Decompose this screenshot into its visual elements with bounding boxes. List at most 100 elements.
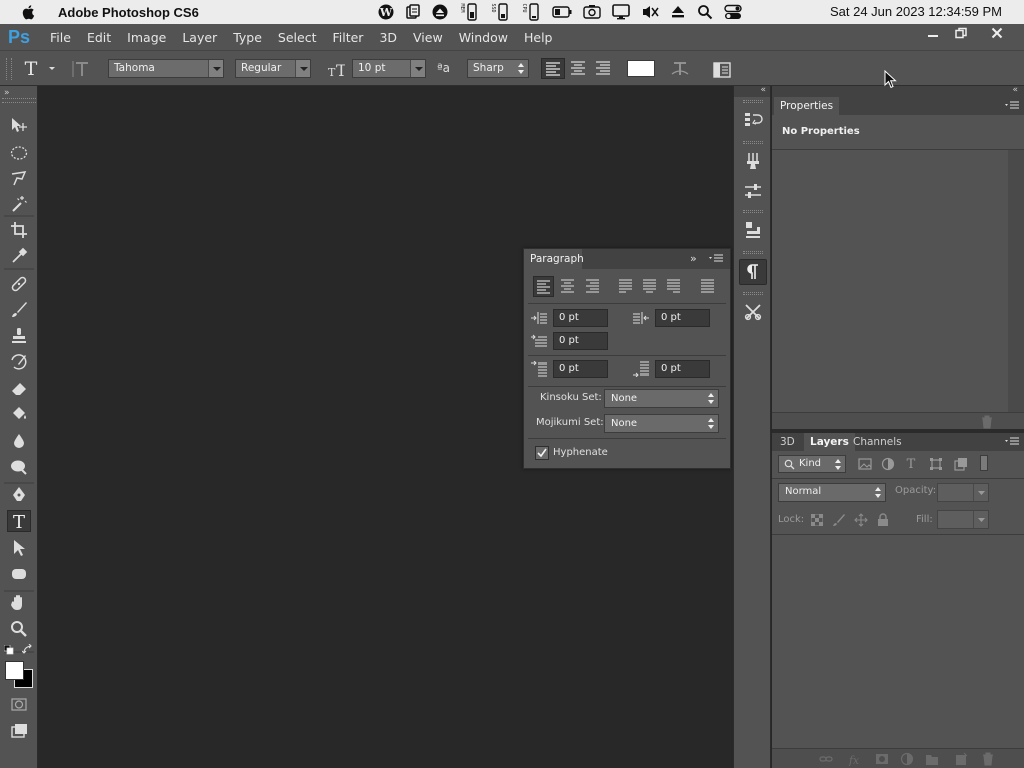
type-tool[interactable]: T — [7, 510, 31, 532]
menu-view[interactable]: View — [405, 30, 451, 45]
close-button[interactable] — [986, 25, 1008, 41]
quick-mask-button[interactable] — [7, 693, 31, 715]
battery-icon[interactable] — [552, 0, 572, 24]
filter-shape-icon[interactable] — [929, 457, 943, 471]
app-name[interactable]: Adobe Photoshop CS6 — [58, 5, 199, 20]
collapse-strip-icon[interactable]: « — [760, 85, 766, 95]
tool-presets-button[interactable] — [739, 299, 767, 325]
hyphenate-checkbox[interactable] — [535, 446, 549, 460]
cpu-monitor-icon[interactable]: CPU — [521, 0, 541, 24]
layer-filter-select[interactable]: Kind — [778, 455, 846, 473]
clipboard-icon[interactable] — [405, 0, 421, 24]
foreground-color-swatch[interactable] — [5, 661, 24, 680]
para-align-right-button[interactable] — [583, 276, 604, 297]
screen-mode-button[interactable] — [7, 720, 31, 742]
justify-last-right-button[interactable] — [664, 276, 685, 297]
layer-style-icon[interactable]: fx — [847, 752, 861, 766]
indent-left-input[interactable]: 0 pt — [553, 309, 608, 327]
move-tool[interactable] — [7, 114, 31, 136]
panel-menu-icon[interactable] — [1004, 99, 1020, 113]
space-before-input[interactable]: 0 pt — [553, 360, 608, 378]
swap-colors-icon[interactable] — [22, 644, 34, 656]
indent-right-input[interactable]: 0 pt — [655, 309, 710, 327]
align-right-button[interactable] — [592, 58, 616, 79]
clone-source-button[interactable] — [739, 217, 767, 243]
font-style-select[interactable]: Regular — [235, 59, 311, 78]
menu-edit[interactable]: Edit — [79, 30, 119, 45]
lock-transparent-icon[interactable] — [811, 514, 823, 526]
toggle-orientation-button[interactable] — [71, 59, 93, 79]
pen-tool[interactable] — [7, 484, 31, 506]
panel-menu-icon[interactable] — [708, 251, 724, 267]
search-icon[interactable] — [697, 0, 713, 24]
menu-layer[interactable]: Layer — [174, 30, 225, 45]
restore-button[interactable] — [950, 25, 972, 41]
warp-text-button[interactable] — [669, 58, 691, 79]
menu-window[interactable]: Window — [451, 30, 516, 45]
lock-all-icon[interactable] — [877, 513, 889, 527]
eject-icon[interactable] — [670, 0, 686, 24]
magic-wand-tool[interactable] — [7, 193, 31, 215]
control-center-icon[interactable] — [724, 0, 742, 24]
spot-healing-tool[interactable] — [7, 273, 31, 295]
lock-position-icon[interactable] — [854, 513, 868, 527]
filter-toggle-switch[interactable] — [980, 455, 988, 471]
kinsoku-select[interactable]: None — [604, 389, 719, 408]
toggle-panels-button[interactable] — [711, 59, 733, 80]
align-center-button[interactable] — [567, 58, 591, 79]
antialias-select[interactable]: Sharp — [467, 59, 529, 78]
menu-select[interactable]: Select — [270, 30, 325, 45]
menu-help[interactable]: Help — [516, 30, 561, 45]
eject-circle-icon[interactable] — [432, 0, 448, 24]
minimize-button[interactable] — [922, 25, 944, 41]
apple-menu-icon[interactable] — [20, 3, 38, 21]
hand-tool[interactable] — [7, 592, 31, 614]
menu-type[interactable]: Type — [225, 30, 270, 45]
space-after-input[interactable]: 0 pt — [655, 360, 710, 378]
display-icon[interactable] — [612, 0, 630, 24]
para-align-center-button[interactable] — [558, 276, 579, 297]
tool-preset-picker[interactable]: T — [20, 57, 58, 79]
wordpress-icon[interactable]: W — [378, 0, 394, 24]
justify-last-left-button[interactable] — [616, 276, 637, 297]
camera-icon[interactable] — [583, 0, 601, 24]
eyedropper-tool[interactable] — [7, 245, 31, 267]
opacity-input[interactable] — [937, 483, 989, 502]
zoom-tool[interactable] — [7, 618, 31, 640]
group-grip[interactable] — [743, 100, 763, 103]
eraser-tool[interactable] — [7, 377, 31, 399]
marquee-tool[interactable] — [7, 142, 31, 164]
text-color-swatch[interactable] — [627, 60, 655, 77]
default-colors-icon[interactable] — [4, 645, 14, 655]
tab-properties[interactable]: Properties — [774, 97, 840, 115]
history-brush-tool[interactable] — [7, 351, 31, 373]
shape-tool[interactable] — [7, 563, 31, 585]
para-align-left-button[interactable] — [533, 276, 554, 297]
blur-tool[interactable] — [7, 430, 31, 452]
filter-smart-object-icon[interactable] — [954, 457, 968, 471]
menu-image[interactable]: Image — [119, 30, 174, 45]
group-grip[interactable] — [743, 251, 763, 254]
properties-scrollbar[interactable] — [1008, 150, 1024, 412]
clock[interactable]: Sat 24 Jun 2023 12:34:59 PM — [830, 4, 1002, 19]
delete-layer-icon[interactable] — [981, 752, 995, 766]
paragraph-panel-button[interactable] — [739, 259, 767, 285]
path-selection-tool[interactable] — [7, 537, 31, 559]
justify-all-button[interactable] — [698, 276, 719, 297]
group-grip[interactable] — [743, 292, 763, 295]
panel-menu-icon[interactable] — [1004, 435, 1020, 449]
ssd-monitor-icon[interactable]: SSD — [490, 0, 510, 24]
new-group-icon[interactable] — [925, 752, 939, 766]
brush-tool[interactable] — [7, 299, 31, 321]
brush-presets-button[interactable] — [739, 148, 767, 174]
filter-adjustment-icon[interactable] — [881, 457, 895, 471]
add-mask-icon[interactable] — [875, 752, 889, 766]
tab-channels[interactable]: Channels — [847, 433, 908, 451]
collapse-dock-icon[interactable]: « — [1012, 85, 1018, 95]
mute-icon[interactable] — [641, 0, 659, 24]
crop-tool[interactable] — [7, 219, 31, 241]
memory-monitor-icon[interactable]: MEM — [459, 0, 479, 24]
menu-3d[interactable]: 3D — [371, 30, 405, 45]
clone-stamp-tool[interactable] — [7, 325, 31, 347]
align-left-button[interactable] — [541, 58, 565, 79]
